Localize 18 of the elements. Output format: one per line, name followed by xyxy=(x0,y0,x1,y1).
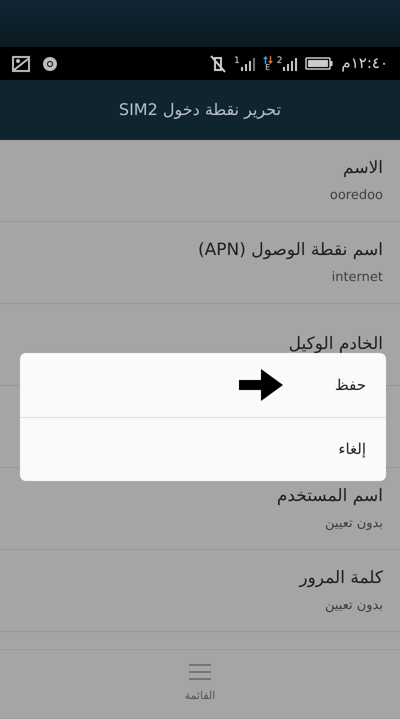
field-label: اسم نقطة الوصول (APN) xyxy=(198,239,383,262)
settings-row[interactable]: كلمة المرور بدون تعيين xyxy=(0,550,400,632)
battery-icon xyxy=(305,57,334,70)
menu-icon[interactable] xyxy=(189,664,211,680)
field-value: ooredoo xyxy=(330,186,383,204)
field-label: الاسم xyxy=(343,157,383,180)
dialog-option[interactable]: إلغاء xyxy=(20,417,386,481)
status-time: ١٢:٤٠م xyxy=(341,53,388,74)
field-label: الخادم الوكيل xyxy=(288,332,383,356)
field-value: بدون تعيين xyxy=(324,514,383,532)
image-icon xyxy=(12,56,30,72)
menu-label: القائمة xyxy=(184,688,216,704)
field-value: بدون تعيين xyxy=(324,596,383,614)
field-label: كلمة المرور xyxy=(299,567,383,590)
field-label: اسم المستخدم xyxy=(276,485,383,508)
page-title: تحرير نقطة دخول SIM2 xyxy=(118,99,282,121)
muted-vibration-icon xyxy=(210,54,226,72)
field-value: internet xyxy=(332,268,383,286)
